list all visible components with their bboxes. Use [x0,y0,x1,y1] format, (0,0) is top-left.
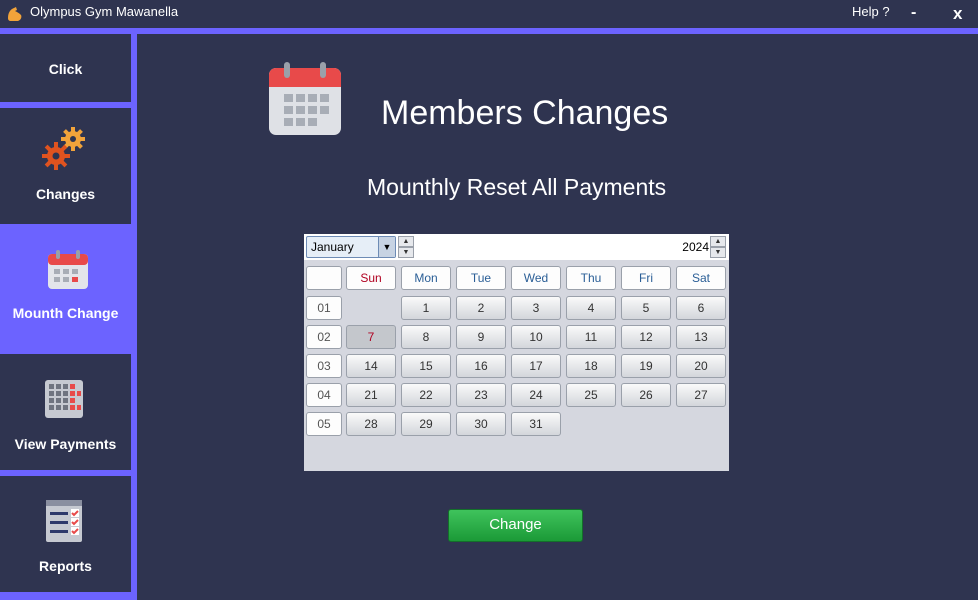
sidebar-item-label: Changes [35,186,96,202]
calendar-day[interactable]: 4 [566,296,616,320]
calendar-day[interactable]: 14 [346,354,396,378]
sidebar-item-label: Click [48,61,83,77]
help-link[interactable]: Help ? [852,4,890,19]
window-title: Olympus Gym Mawanella [30,4,179,19]
calendar-header: January ▼ ▲ ▼ 2024 ▲ ▼ [304,234,729,260]
calendar-icon [269,62,341,135]
calendar-day[interactable]: 17 [511,354,561,378]
calendar-corner [306,266,342,290]
calendar-day[interactable]: 29 [401,412,451,436]
chevron-down-icon[interactable]: ▼ [378,237,395,257]
year-field[interactable]: 2024 [417,236,709,258]
calculator-grid-icon [45,380,83,418]
close-button[interactable]: x [953,4,962,24]
page-title: Members Changes [381,94,669,132]
calendar-day[interactable]: 24 [511,383,561,407]
weekday-header: Tue [456,266,506,290]
sidebar-item-reports[interactable]: Reports [0,476,131,592]
weekday-header: Fri [621,266,671,290]
calendar-day[interactable]: 6 [676,296,726,320]
week-number: 03 [306,354,342,378]
gears-icon [42,127,85,170]
week-number: 04 [306,383,342,407]
page-subtitle: Mounthly Reset All Payments [367,174,667,200]
calendar-widget: January ▼ ▲ ▼ 2024 ▲ ▼ Sun Mon Tue Wed Thu Fr… [304,234,729,471]
calendar-day[interactable]: 18 [566,354,616,378]
month-spinner[interactable]: ▲ ▼ [398,236,414,258]
calendar-day[interactable]: 25 [566,383,616,407]
sidebar-item-changes[interactable]: Changes [0,108,131,224]
minimize-button[interactable]: - [911,4,916,22]
weekday-header: Sun [346,266,396,290]
calendar-day[interactable]: 3 [511,296,561,320]
month-select[interactable]: January ▼ [306,236,396,258]
sidebar-item-mounth-change[interactable]: Mounth Change [0,230,131,346]
calendar-day[interactable]: 7 [346,325,396,349]
title-bar: Olympus Gym Mawanella Help ? - x [0,0,978,28]
spin-down-icon[interactable]: ▼ [398,247,414,258]
calendar-day[interactable]: 13 [676,325,726,349]
weekday-header: Wed [511,266,561,290]
week-number: 01 [306,296,342,320]
calendar-icon [48,250,88,289]
calendar-day[interactable]: 23 [456,383,506,407]
title-divider [0,28,978,34]
spin-up-icon[interactable]: ▲ [398,236,414,247]
calendar-day[interactable]: 26 [621,383,671,407]
calendar-day[interactable]: 31 [511,412,561,436]
calendar-day[interactable]: 30 [456,412,506,436]
week-number: 02 [306,325,342,349]
sidebar-item-view-payments[interactable]: View Payments [0,354,131,470]
weekday-header: Mon [401,266,451,290]
calendar-day[interactable]: 10 [511,325,561,349]
calendar-day[interactable]: 27 [676,383,726,407]
calendar-day[interactable]: 1 [401,296,451,320]
sidebar-item-label: Reports [39,558,92,574]
calendar-day[interactable]: 28 [346,412,396,436]
year-spinner[interactable]: ▲ ▼ [710,236,726,258]
sidebar: Click Changes Mounth Change View Payment… [0,34,137,600]
change-button[interactable]: Change [448,509,583,542]
calendar-day[interactable]: 2 [456,296,506,320]
calendar-day[interactable]: 8 [401,325,451,349]
calendar-day[interactable]: 9 [456,325,506,349]
checklist-icon [46,500,82,542]
calendar-day[interactable]: 5 [621,296,671,320]
weekday-header: Thu [566,266,616,290]
sidebar-item-label: Mounth Change [12,305,119,321]
calendar-day[interactable]: 19 [621,354,671,378]
weekday-header: Sat [676,266,726,290]
calendar-day[interactable]: 15 [401,354,451,378]
flexed-arm-icon [8,7,22,21]
calendar-day[interactable]: 22 [401,383,451,407]
calendar-day[interactable]: 11 [566,325,616,349]
spin-down-icon[interactable]: ▼ [710,247,726,258]
month-value: January [311,240,354,254]
week-number: 05 [306,412,342,436]
calendar-day[interactable]: 21 [346,383,396,407]
sidebar-item-label: View Payments [14,436,117,452]
calendar-day[interactable]: 16 [456,354,506,378]
sidebar-item-click[interactable]: Click [0,34,131,102]
spin-up-icon[interactable]: ▲ [710,236,726,247]
calendar-day[interactable]: 20 [676,354,726,378]
calendar-day[interactable]: 12 [621,325,671,349]
